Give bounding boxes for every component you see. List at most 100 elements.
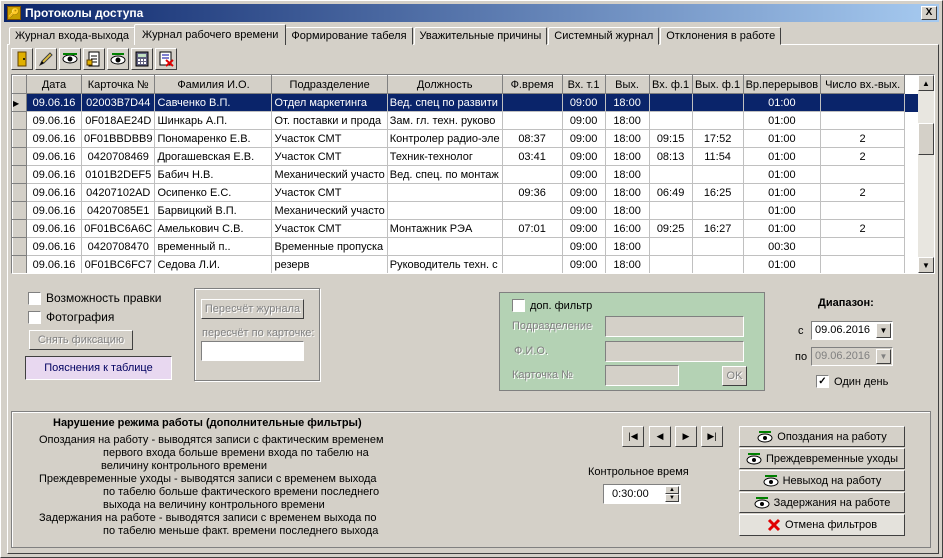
table-cell[interactable]: 16:00: [605, 219, 650, 238]
table-cell[interactable]: 18:00: [605, 93, 650, 112]
table-row[interactable]: 09.06.16 04207085E1 Барвицкий В.П. Механиче…: [12, 201, 932, 220]
table-cell[interactable]: 18:00: [605, 255, 650, 273]
table-cell[interactable]: [692, 237, 744, 256]
table-cell[interactable]: 18:00: [605, 129, 650, 148]
table-cell[interactable]: 07:01: [502, 219, 563, 238]
row-indicator[interactable]: [12, 129, 27, 148]
dropdown-arrow-icon[interactable]: ▼: [876, 323, 891, 338]
table-cell[interactable]: 09:00: [562, 255, 606, 273]
table-cell[interactable]: 01:00: [743, 129, 822, 148]
table-cell[interactable]: временный п..: [154, 237, 273, 256]
grid-vertical-scrollbar[interactable]: ▲ ▼: [918, 75, 934, 273]
table-cell[interactable]: 09:00: [562, 165, 606, 184]
table-cell[interactable]: 01:00: [743, 111, 822, 130]
table-cell[interactable]: 09:15: [649, 129, 693, 148]
table-row[interactable]: 09.06.16 0F01BC6A6C Амелькович С.В. Участок…: [12, 219, 932, 238]
table-cell[interactable]: От. поставки и прода: [271, 111, 388, 130]
table-row[interactable]: ▶ 09.06.16 02003B7D44 Савченко В.П. Отдел ма…: [12, 93, 932, 112]
table-cell[interactable]: [502, 165, 563, 184]
table-row[interactable]: 09.06.16 0F01BC6FC7 Седова Л.И. резерв Руков…: [12, 255, 932, 273]
recalc-journal-button[interactable]: Пересчёт журнала: [201, 299, 304, 319]
table-cell[interactable]: Шинкарь А.П.: [154, 111, 273, 130]
edit-mode-box[interactable]: [28, 291, 41, 305]
photo-checkbox[interactable]: Фотография: [28, 310, 114, 324]
col-header[interactable]: Вых. ф.1: [691, 75, 744, 94]
table-cell[interactable]: 09:25: [649, 219, 693, 238]
close-button[interactable]: X: [921, 6, 937, 20]
work-time-grid[interactable]: Дата Карточка № Фамилия И.О. Подразделен…: [11, 74, 935, 274]
table-cell[interactable]: Савченко В.П.: [154, 93, 273, 112]
table-cell[interactable]: 0420708469: [81, 147, 156, 166]
extra-filter-box[interactable]: [512, 299, 525, 312]
col-header[interactable]: Фамилия И.О.: [154, 75, 273, 94]
table-cell[interactable]: 09.06.16: [26, 93, 82, 112]
table-cell[interactable]: 01:00: [743, 165, 822, 184]
late-arrival-filter-button[interactable]: Опоздания на работу: [739, 426, 905, 447]
door-button[interactable]: [11, 48, 33, 70]
table-cell[interactable]: [820, 255, 906, 273]
range-from-picker[interactable]: 09.06.2016 ▼: [811, 321, 893, 340]
table-cell[interactable]: Участок СМТ: [271, 129, 388, 148]
table-cell[interactable]: Механический участо: [271, 201, 388, 220]
table-cell[interactable]: Монтажник РЭА: [387, 219, 503, 238]
row-indicator[interactable]: [12, 201, 27, 220]
prev-record-button[interactable]: ◀: [649, 426, 671, 447]
row-indicator[interactable]: [12, 165, 27, 184]
table-cell[interactable]: [502, 237, 563, 256]
col-header[interactable]: Должность: [386, 75, 503, 94]
table-cell[interactable]: 18:00: [605, 183, 650, 202]
table-cell[interactable]: 18:00: [605, 201, 650, 220]
table-cell[interactable]: 01:00: [743, 219, 822, 238]
table-cell[interactable]: 01:00: [743, 201, 822, 220]
table-cell[interactable]: [649, 93, 693, 112]
table-cell[interactable]: [502, 201, 563, 220]
control-time-spinner[interactable]: 0:30:00 ▲ ▼: [603, 484, 681, 504]
tab-entry-exit-log[interactable]: Журнал входа-выхода: [9, 27, 136, 45]
document-button[interactable]: [83, 48, 105, 70]
table-cell[interactable]: 09:00: [562, 183, 606, 202]
table-cell[interactable]: 0F01BC6FC7: [81, 255, 156, 273]
fio-input[interactable]: [605, 341, 744, 362]
table-cell[interactable]: Временные пропуска: [271, 237, 388, 256]
table-cell[interactable]: 18:00: [605, 111, 650, 130]
table-cell[interactable]: 08:13: [649, 147, 693, 166]
table-cell[interactable]: 09:00: [562, 147, 606, 166]
table-cell[interactable]: Амелькович С.В.: [154, 219, 273, 238]
table-row[interactable]: 09.06.16 0F018AE24D Шинкарь А.П. От. постав…: [12, 111, 932, 130]
table-cell[interactable]: 01:00: [743, 183, 822, 202]
table-cell[interactable]: 2: [820, 183, 906, 202]
table-cell[interactable]: 11:54: [692, 147, 744, 166]
table-cell[interactable]: [502, 111, 563, 130]
table-cell[interactable]: 18:00: [605, 147, 650, 166]
table-cell[interactable]: 09:00: [562, 129, 606, 148]
table-cell[interactable]: 0F01BBDBB9: [81, 129, 156, 148]
table-cell[interactable]: [502, 255, 563, 273]
view-button-2[interactable]: [107, 48, 129, 70]
table-row[interactable]: 09.06.16 0101B2DEF5 Бабич Н.В. Механический…: [12, 165, 932, 184]
table-cell[interactable]: 00:30: [743, 237, 822, 256]
edit-mode-checkbox[interactable]: Возможность правки: [28, 291, 161, 305]
col-header[interactable]: Подразделение: [271, 75, 388, 94]
col-header[interactable]: Вх. ф.1: [648, 75, 693, 94]
table-cell[interactable]: 09:00: [562, 237, 606, 256]
table-cell[interactable]: 09.06.16: [26, 183, 82, 202]
view-button[interactable]: [59, 48, 81, 70]
table-cell[interactable]: Участок СМТ: [271, 183, 388, 202]
table-cell[interactable]: 16:25: [692, 183, 744, 202]
table-cell[interactable]: 08:37: [502, 129, 563, 148]
table-cell[interactable]: Механический участо: [271, 165, 388, 184]
delete-button[interactable]: [155, 48, 177, 70]
calculator-button[interactable]: [131, 48, 153, 70]
table-cell[interactable]: 0F01BC6A6C: [81, 219, 156, 238]
table-cell[interactable]: резерв: [271, 255, 388, 273]
extra-filter-checkbox[interactable]: доп. фильтр: [512, 299, 592, 312]
table-cell[interactable]: [692, 201, 744, 220]
cancel-filters-button[interactable]: Отмена фильтров: [739, 514, 905, 536]
tab-system-log[interactable]: Системный журнал: [548, 27, 660, 45]
table-cell[interactable]: [820, 165, 906, 184]
table-cell[interactable]: [820, 201, 906, 220]
row-indicator[interactable]: [12, 183, 27, 202]
table-cell[interactable]: [649, 237, 693, 256]
table-cell[interactable]: 02003B7D44: [81, 93, 156, 112]
table-cell[interactable]: [820, 111, 906, 130]
